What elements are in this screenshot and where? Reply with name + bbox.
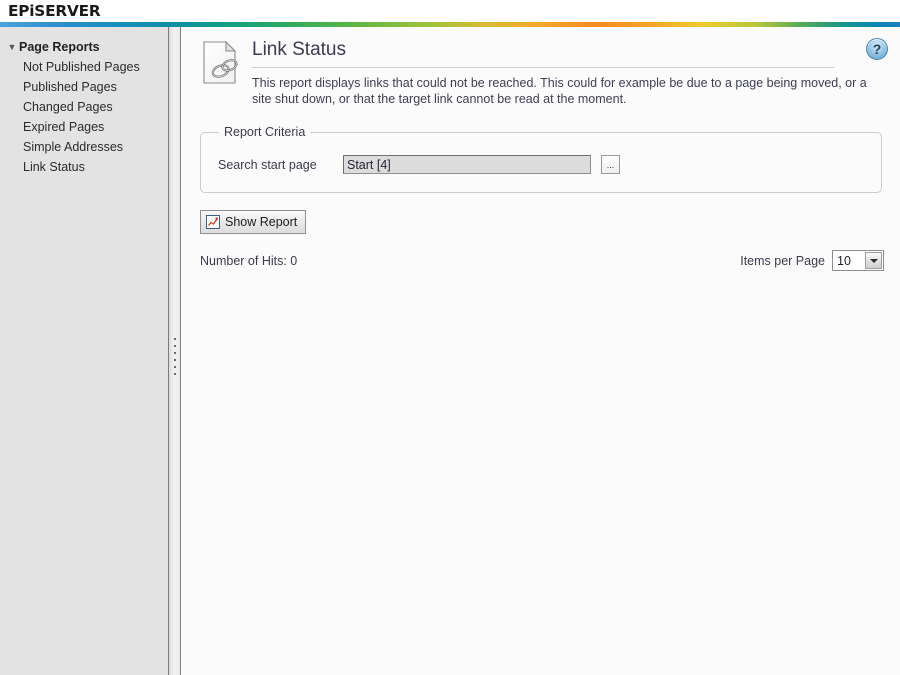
chevron-down-icon[interactable] <box>865 252 882 269</box>
show-report-button[interactable]: Show Report <box>200 210 307 234</box>
sidebar-item-published-pages[interactable]: Published Pages <box>0 77 168 97</box>
search-start-page-label: Search start page <box>218 157 317 172</box>
sidebar-root-label: Page Reports <box>19 40 100 54</box>
sidebar-item-changed-pages[interactable]: Changed Pages <box>0 97 168 117</box>
report-criteria-fieldset: Report Criteria Search start page ... <box>200 125 882 193</box>
episerver-logo: EPiSERVER <box>8 2 101 20</box>
chevron-down-icon[interactable]: ▼ <box>5 37 19 57</box>
sidebar-item-not-published-pages[interactable]: Not Published Pages <box>0 57 168 77</box>
items-per-page-value: 10 <box>837 253 851 268</box>
show-report-label: Show Report <box>225 215 298 229</box>
brand-bar: EPiSERVER <box>0 0 900 22</box>
results-summary-row: Number of Hits: 0 Items per Page 10 <box>200 250 884 271</box>
page-reports-tree: ▼ Page Reports Not Published Pages Publi… <box>0 27 168 177</box>
sidebar-splitter-handle[interactable] <box>168 27 181 675</box>
main-content: Link Status This report displays links t… <box>182 27 900 675</box>
link-status-document-icon <box>200 40 242 88</box>
search-start-page-input[interactable] <box>343 155 591 174</box>
items-per-page-select[interactable]: 10 <box>832 250 884 271</box>
sidebar: ▼ Page Reports Not Published Pages Publi… <box>0 27 168 675</box>
report-chart-icon <box>206 215 220 229</box>
report-criteria-legend: Report Criteria <box>224 125 306 139</box>
page-description: This report displays links that could no… <box>252 76 867 106</box>
splitter-grip-dots <box>173 338 177 376</box>
sidebar-item-simple-addresses[interactable]: Simple Addresses <box>0 137 168 157</box>
page-title: Link Status <box>252 39 346 60</box>
sidebar-item-link-status[interactable]: Link Status <box>0 157 168 177</box>
items-per-page-label: Items per Page <box>740 253 825 268</box>
items-per-page-group: Items per Page 10 <box>740 250 884 271</box>
browse-page-button[interactable]: ... <box>601 155 620 174</box>
sidebar-item-expired-pages[interactable]: Expired Pages <box>0 117 168 137</box>
search-start-page-row: Search start page ... <box>215 155 867 174</box>
help-icon[interactable]: ? <box>866 38 888 60</box>
number-of-hits: Number of Hits: 0 <box>200 253 298 268</box>
page-header: Link Status This report displays links t… <box>182 27 900 107</box>
sidebar-item-page-reports[interactable]: ▼ Page Reports <box>0 37 168 57</box>
